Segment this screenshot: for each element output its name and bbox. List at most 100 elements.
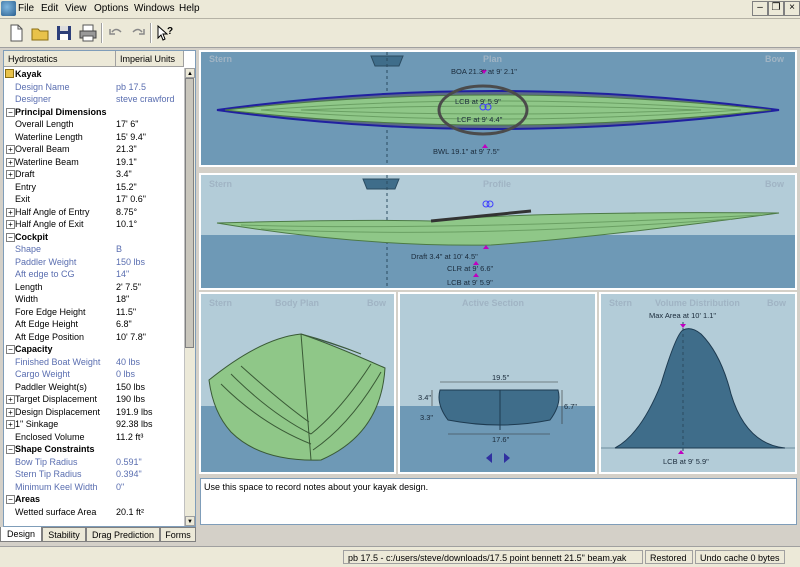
property-row[interactable]: Paddler Weight(s) 150 lbs bbox=[4, 381, 184, 394]
expand-icon[interactable]: + bbox=[6, 145, 15, 154]
section-header[interactable]: − Shape Constraints bbox=[4, 443, 184, 456]
open-folder-icon[interactable] bbox=[30, 23, 50, 43]
close-icon[interactable]: × bbox=[784, 1, 800, 16]
column-header-units[interactable]: Imperial Units bbox=[116, 51, 184, 67]
property-row[interactable]: + Half Angle of Exit 10.1° bbox=[4, 218, 184, 231]
body-plan-view[interactable]: Stern Body Plan Bow bbox=[199, 292, 396, 474]
tab-drag-prediction[interactable]: Drag Prediction bbox=[86, 527, 160, 542]
tab-stability[interactable]: Stability bbox=[42, 527, 86, 542]
menu-windows[interactable]: Windows bbox=[134, 3, 175, 14]
volume-distribution-view[interactable]: Stern Volume Distribution Bow Max Area a… bbox=[599, 292, 797, 474]
collapse-icon[interactable]: − bbox=[6, 345, 15, 354]
expand-icon[interactable]: + bbox=[6, 407, 15, 417]
section-bottom-dim: 17.6" bbox=[492, 435, 510, 444]
expand-icon[interactable]: + bbox=[6, 395, 15, 404]
property-row[interactable]: + Waterline Beam 19.1" bbox=[4, 156, 184, 169]
property-row[interactable]: Wetted surface Area 20.1 ft² bbox=[4, 506, 184, 519]
property-row[interactable]: Minimum Keel Width 0" bbox=[4, 481, 184, 494]
property-label: Wetted surface Area bbox=[15, 506, 97, 517]
section-header[interactable]: − Capacity bbox=[4, 343, 184, 356]
menu-view[interactable]: View bbox=[65, 3, 87, 14]
active-section-view[interactable]: Active Section 19.5" 17.6" 3.4" 3.3" 6.7… bbox=[398, 292, 597, 474]
property-value[interactable]: 0" bbox=[116, 481, 124, 494]
expand-icon[interactable]: + bbox=[6, 157, 15, 167]
panel-scrollbar[interactable]: ▲ ▼ bbox=[184, 68, 195, 526]
property-row[interactable]: Designer steve crawford bbox=[4, 93, 184, 106]
property-row[interactable]: Design Name pb 17.5 bbox=[4, 81, 184, 94]
property-value[interactable]: pb 17.5 bbox=[116, 81, 146, 94]
property-row[interactable]: Fore Edge Height 11.5" bbox=[4, 306, 184, 319]
property-value[interactable]: 0.394" bbox=[116, 468, 142, 481]
property-value[interactable]: 0 lbs bbox=[116, 368, 135, 381]
panel-tabs: Design Stability Drag Prediction Forms bbox=[0, 527, 200, 543]
property-row[interactable]: Width 18" bbox=[4, 293, 184, 306]
redo-icon[interactable] bbox=[128, 23, 148, 43]
menu-options[interactable]: Options bbox=[94, 3, 128, 14]
property-row[interactable]: + Target Displacement 190 lbs bbox=[4, 393, 184, 406]
collapse-icon[interactable]: − bbox=[6, 232, 15, 242]
expand-icon[interactable]: + bbox=[6, 207, 15, 217]
plan-view[interactable]: Stern Plan Bow BOA 21.3" at 9' 2.1" LCB … bbox=[199, 50, 797, 167]
property-row[interactable]: Length 2' 7.5" bbox=[4, 281, 184, 294]
column-header-hydrostatics[interactable]: Hydrostatics bbox=[4, 51, 116, 67]
property-row[interactable]: Aft Edge Position 10' 7.8" bbox=[4, 331, 184, 344]
expand-icon[interactable]: + bbox=[6, 420, 15, 429]
scroll-down-icon[interactable]: ▼ bbox=[185, 516, 195, 526]
menu-edit[interactable]: Edit bbox=[41, 3, 58, 14]
expand-icon[interactable]: + bbox=[6, 220, 15, 229]
property-row[interactable]: + Design Displacement 191.9 lbs bbox=[4, 406, 184, 419]
scroll-thumb[interactable] bbox=[185, 78, 194, 348]
property-row[interactable]: Shape B bbox=[4, 243, 184, 256]
undo-icon[interactable] bbox=[106, 23, 126, 43]
property-row[interactable]: Enclosed Volume 11.2 ft³ bbox=[4, 431, 184, 444]
save-icon[interactable] bbox=[54, 23, 74, 43]
property-row[interactable]: +1" Sinkage 92.38 lbs bbox=[4, 418, 184, 431]
profile-view[interactable]: Stern Profile Bow Draft 3.4" at 10' 4.5"… bbox=[199, 173, 797, 290]
property-row[interactable]: Waterline Length 15' 9.4" bbox=[4, 131, 184, 144]
property-label: Bow Tip Radius bbox=[15, 456, 78, 467]
menu-help[interactable]: Help bbox=[179, 3, 200, 14]
property-label: Cargo Weight bbox=[15, 369, 70, 379]
section-header[interactable]: − Areas bbox=[4, 493, 184, 506]
property-row[interactable]: + Half Angle of Entry 8.75° bbox=[4, 206, 184, 219]
print-icon[interactable] bbox=[78, 23, 98, 43]
app-icon[interactable] bbox=[1, 1, 16, 16]
property-row[interactable]: Overall Length 17' 6" bbox=[4, 118, 184, 131]
tree-root[interactable]: Kayak bbox=[4, 68, 184, 81]
collapse-icon[interactable]: − bbox=[6, 107, 15, 117]
property-row[interactable]: Cargo Weight 0 lbs bbox=[4, 368, 184, 381]
property-value[interactable]: steve crawford bbox=[116, 93, 175, 106]
section-header[interactable]: − Principal Dimensions bbox=[4, 105, 184, 118]
collapse-icon[interactable]: − bbox=[6, 495, 15, 504]
menu-file[interactable]: File bbox=[18, 3, 34, 14]
property-row[interactable]: Bow Tip Radius 0.591" bbox=[4, 456, 184, 469]
property-value[interactable]: B bbox=[116, 243, 122, 256]
notes-field[interactable]: Use this space to record notes about you… bbox=[200, 478, 797, 525]
property-row[interactable]: Finished Boat Weight 40 lbs bbox=[4, 356, 184, 369]
property-row[interactable]: Stern Tip Radius 0.394" bbox=[4, 468, 184, 481]
minimize-icon[interactable]: – bbox=[752, 1, 768, 16]
property-label: Entry bbox=[15, 181, 37, 192]
property-row[interactable]: + Draft 3.4" bbox=[4, 168, 184, 181]
property-row[interactable]: + Overall Beam 21.3" bbox=[4, 143, 184, 156]
scroll-up-icon[interactable]: ▲ bbox=[185, 68, 195, 78]
section-header[interactable]: − Cockpit bbox=[4, 230, 184, 243]
property-value[interactable]: 150 lbs bbox=[116, 256, 145, 269]
expand-icon[interactable]: + bbox=[6, 170, 15, 179]
tab-forms[interactable]: Forms bbox=[160, 527, 196, 542]
property-value[interactable]: 40 lbs bbox=[116, 356, 140, 369]
toolbar-separator bbox=[150, 23, 152, 43]
new-file-icon[interactable] bbox=[6, 23, 26, 43]
property-value[interactable]: 14" bbox=[116, 268, 129, 281]
collapse-icon[interactable]: − bbox=[6, 445, 15, 454]
property-row[interactable]: Aft Edge Height 6.8" bbox=[4, 318, 184, 331]
property-row[interactable]: Entry 15.2" bbox=[4, 181, 184, 194]
help-pointer-icon[interactable]: ? bbox=[155, 23, 175, 43]
tab-design[interactable]: Design bbox=[0, 527, 42, 542]
property-row[interactable]: Aft edge to CG 14" bbox=[4, 268, 184, 281]
property-value[interactable]: 0.591" bbox=[116, 456, 142, 469]
property-row[interactable]: Paddler Weight 150 lbs bbox=[4, 256, 184, 269]
svg-text:?: ? bbox=[167, 26, 173, 37]
restore-icon[interactable]: ❐ bbox=[768, 1, 784, 16]
property-row[interactable]: Exit 17' 0.6" bbox=[4, 193, 184, 206]
